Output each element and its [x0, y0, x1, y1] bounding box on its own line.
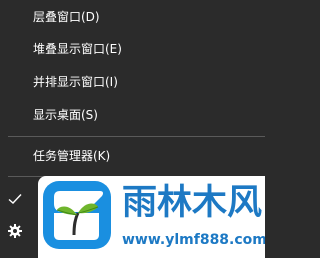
menu-separator	[8, 136, 265, 137]
menu-item-label: 任务管理器(K)	[33, 149, 111, 163]
gear-icon	[8, 224, 22, 238]
menu-item-label: 并排显示窗口(I)	[33, 75, 118, 89]
watermark-overlay: 雨林木风 www.ylmf888.com	[38, 176, 265, 258]
menu-item-cascade-windows[interactable]: 层叠窗口(D)	[0, 2, 265, 32]
menu-item-stack-windows[interactable]: 堆叠显示窗口(E)	[0, 34, 265, 64]
brand-name: 雨林木风	[122, 183, 263, 223]
menu-item-label: 堆叠显示窗口(E)	[33, 42, 122, 56]
menu-item-label: 显示桌面(S)	[33, 108, 98, 122]
menu-item-label: 层叠窗口(D)	[33, 10, 100, 24]
menu-item-side-by-side-windows[interactable]: 并排显示窗口(I)	[0, 67, 265, 97]
brand-logo-icon	[43, 181, 111, 249]
check-icon	[8, 194, 22, 204]
menu-item-show-desktop[interactable]: 显示桌面(S)	[0, 100, 265, 130]
brand-url: www.ylmf888.com	[122, 232, 265, 248]
menu-item-task-manager[interactable]: 任务管理器(K)	[0, 141, 265, 171]
